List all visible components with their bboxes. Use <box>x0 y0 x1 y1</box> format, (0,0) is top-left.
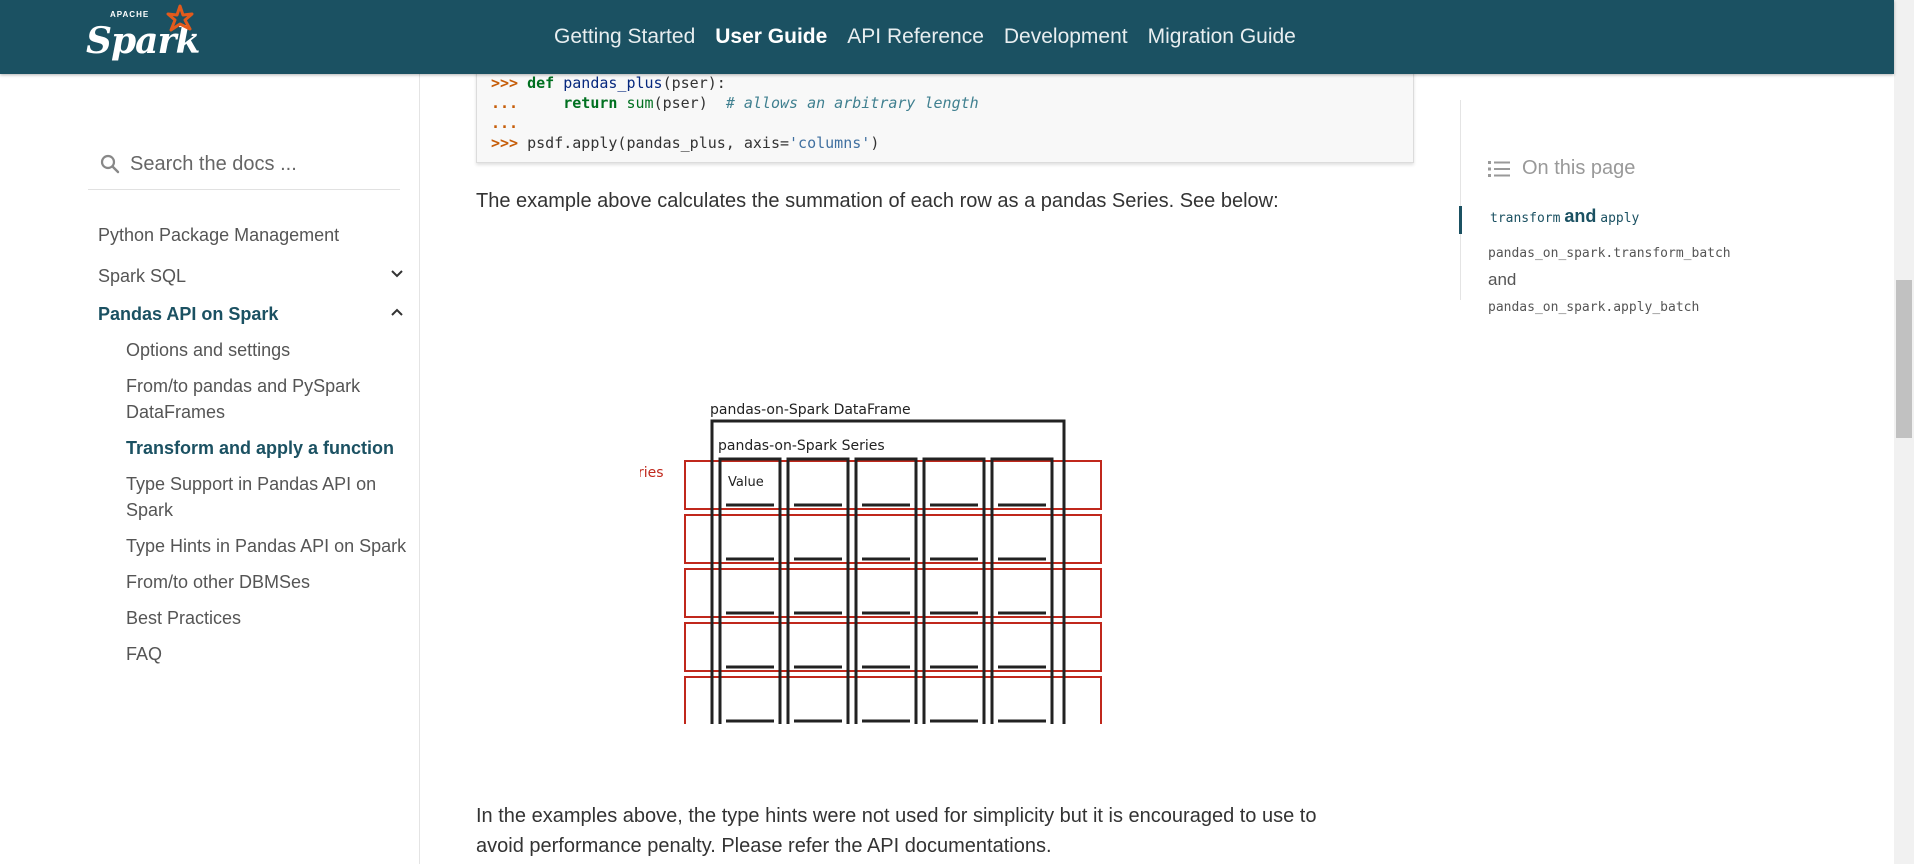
series-column <box>990 457 1054 724</box>
sidebar-item-label: FAQ <box>126 644 163 664</box>
on-this-page-toc: On this page transform and apply pandas_… <box>1459 74 1780 374</box>
spark-star-icon <box>166 4 194 32</box>
nav-user-guide[interactable]: User Guide <box>705 0 837 74</box>
nav-api-reference[interactable]: API Reference <box>837 0 994 74</box>
nav-getting-started[interactable]: Getting Started <box>544 0 705 74</box>
sidebar-item-spark-sql[interactable]: Spark SQL <box>98 261 414 291</box>
sidebar-item-pandas-api-on-spark[interactable]: Pandas API on Spark <box>98 299 414 329</box>
sidebar-item-faq[interactable]: FAQ <box>98 636 414 672</box>
toc-link-transform-apply[interactable]: transform and apply <box>1490 206 1639 227</box>
code-line-2: ... return sum(pser) # allows an arbitra… <box>491 94 979 112</box>
series-column <box>922 457 986 724</box>
dataframe-diagram: pandas-on-Spark DataFrame Pandas Series … <box>640 402 1102 724</box>
sidebar-item-python-package-management[interactable]: Python Package Management <box>98 220 414 250</box>
series-column <box>718 457 782 724</box>
search-box <box>88 140 400 190</box>
nav-migration-guide[interactable]: Migration Guide <box>1138 0 1306 74</box>
chevron-up-icon[interactable] <box>390 307 404 317</box>
sidebar-item-label: Type Hints in Pandas API on Spark <box>126 536 407 556</box>
code-block[interactable]: >>> def pandas_plus(pser): ... return su… <box>476 64 1414 163</box>
dataframe-outer-box <box>710 419 1066 724</box>
search-icon <box>100 154 120 174</box>
sidebar-item-from-to-pandas[interactable]: From/to pandas and PySpark DataFrames <box>98 368 414 430</box>
code-line-3: ... <box>491 114 519 132</box>
code-line-4: >>> psdf.apply(pandas_plus, axis='column… <box>491 134 880 152</box>
main-nav: Getting Started User Guide API Reference… <box>544 0 1306 74</box>
nav-development[interactable]: Development <box>994 0 1138 74</box>
toc-active-marker <box>1459 206 1462 234</box>
sidebar-item-label: Type Support in Pandas API on Spark <box>126 474 377 520</box>
page-scrollbar-thumb[interactable] <box>1896 280 1912 438</box>
code-line-1: >>> def pandas_plus(pser): <box>491 74 726 92</box>
sidebar-item-label: Transform and apply a function <box>126 438 395 458</box>
paragraph-type-hints-line1: In the examples above, the type hints we… <box>476 805 1317 827</box>
spark-logo[interactable]: APACHE Spark <box>86 4 200 68</box>
toc-header: On this page <box>1522 157 1636 179</box>
sidebar-item-transform-apply[interactable]: Transform and apply a function <box>98 430 414 466</box>
sidebar-nav: Python Package Management Spark SQL Pand… <box>98 220 414 672</box>
pandas-series-row <box>684 514 1102 564</box>
sidebar-item-label: From/to pandas and PySpark DataFrames <box>126 376 361 422</box>
sidebar-item-label: Best Practices <box>126 608 242 628</box>
sidebar-item-options-settings[interactable]: Options and settings <box>98 332 414 368</box>
sidebar-item-best-practices[interactable]: Best Practices <box>98 600 414 636</box>
sidebar-item-label: Spark SQL <box>98 266 187 286</box>
left-sidebar: Python Package Management Spark SQL Pand… <box>0 74 420 864</box>
main-content: >>> def pandas_plus(pser): ... return su… <box>420 64 1460 864</box>
paragraph-summation: The example above calculates the summati… <box>476 190 1279 212</box>
logo-apache-text: APACHE <box>110 10 150 19</box>
value-label: Value <box>728 475 764 490</box>
sidebar-item-type-hints[interactable]: Type Hints in Pandas API on Spark <box>98 528 414 564</box>
list-icon <box>1488 161 1510 177</box>
df-label: pandas-on-Spark DataFrame <box>710 402 911 418</box>
sidebar-item-label: Options and settings <box>126 340 291 360</box>
sidebar-item-label: Python Package Management <box>98 225 340 245</box>
sidebar-item-other-dbmses[interactable]: From/to other DBMSes <box>98 564 414 600</box>
sidebar-item-type-support[interactable]: Type Support in Pandas API on Spark <box>98 466 414 528</box>
sidebar-item-label: Pandas API on Spark <box>98 304 279 324</box>
diagram-grid <box>684 419 1102 724</box>
paragraph-type-hints-line2: avoid performance penalty. Please refer … <box>476 835 1052 857</box>
series-column <box>854 457 918 724</box>
sidebar-item-label: From/to other DBMSes <box>126 572 311 592</box>
search-input[interactable] <box>130 146 390 182</box>
pandas-series-row <box>684 676 1102 724</box>
pandas-series-row <box>684 568 1102 618</box>
series-label: pandas-on-Spark Series <box>718 438 885 454</box>
chevron-down-icon[interactable] <box>390 269 404 279</box>
pandas-series-label: Pandas Series <box>640 465 664 481</box>
pandas-series-row <box>684 622 1102 672</box>
toc-divider <box>1460 100 1461 300</box>
top-navbar: APACHE Spark Getting Started User Guide … <box>0 0 1894 74</box>
series-column <box>786 457 850 724</box>
toc-link-batch[interactable]: pandas_on_spark.transform_batch and pand… <box>1488 240 1731 321</box>
